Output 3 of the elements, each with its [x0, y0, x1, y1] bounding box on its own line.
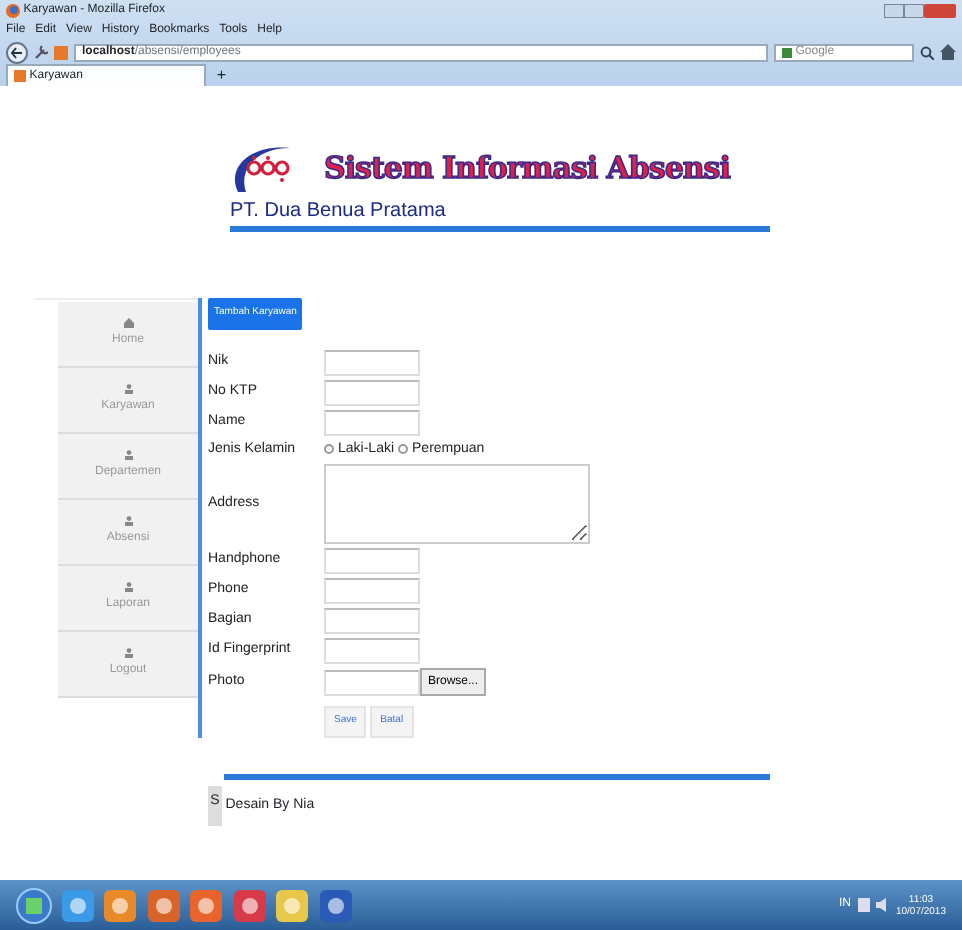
- site-title: Sistem Informasi Absensi: [324, 147, 730, 190]
- company-name: PT. Dua Benua Pratama: [230, 198, 448, 226]
- new-tab-button[interactable]: +: [209, 66, 234, 86]
